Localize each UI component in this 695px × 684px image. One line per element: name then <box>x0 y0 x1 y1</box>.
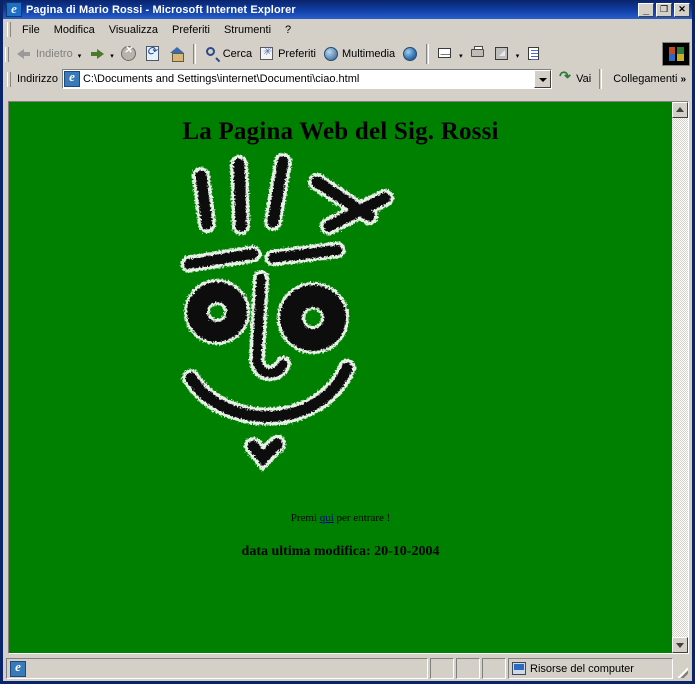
address-label: Indirizzo <box>17 73 58 85</box>
scroll-down-arrow-icon[interactable] <box>672 637 688 653</box>
page-icon <box>63 69 80 87</box>
menu-item-file[interactable]: File <box>15 22 47 38</box>
arrow-left-icon <box>16 45 34 63</box>
main-toolbar: Indietro ▾ ▾ Cerca Preferiti Multimedia <box>3 41 692 67</box>
search-label: Cerca <box>222 48 253 60</box>
menu-item-visualizza[interactable]: Visualizza <box>102 22 165 38</box>
status-panel-1 <box>430 658 454 679</box>
status-panel-3 <box>482 658 506 679</box>
status-message-panel <box>6 658 428 679</box>
maximize-icon: ❐ <box>659 3 669 14</box>
arrow-right-icon <box>87 45 105 63</box>
web-page-content: La Pagina Web del Sig. Rossi Premi qui p… <box>9 102 672 653</box>
ie-browser-window: Pagina di Mario Rossi - Microsoft Intern… <box>0 0 695 684</box>
history-button[interactable] <box>398 43 422 65</box>
media-button[interactable]: Multimedia <box>319 43 398 65</box>
refresh-button[interactable] <box>141 43 165 65</box>
menu-item-strumenti[interactable]: Strumenti <box>217 22 278 38</box>
security-zone-label: Risorse del computer <box>530 662 634 675</box>
go-button[interactable]: Vai <box>555 68 595 90</box>
stop-icon <box>120 45 138 63</box>
back-label: Indietro <box>36 48 73 60</box>
mail-icon <box>436 45 454 63</box>
menu-item-preferiti[interactable]: Preferiti <box>165 22 217 38</box>
maximize-button[interactable]: ❐ <box>656 2 672 17</box>
search-icon <box>203 45 221 63</box>
go-arrow-icon <box>559 68 574 87</box>
menu-drag-grip[interactable] <box>7 22 11 37</box>
home-icon <box>168 45 186 63</box>
security-zone-panel[interactable]: Risorse del computer <box>508 658 673 679</box>
favorites-label: Preferiti <box>278 48 316 60</box>
minimize-icon: _ <box>642 3 650 16</box>
enter-link[interactable]: qui <box>320 512 334 524</box>
favorites-button[interactable]: Preferiti <box>255 43 319 65</box>
windows-flag-logo <box>662 42 690 66</box>
status-bar: Risorse del computer <box>6 658 689 679</box>
toolbar-separator-2 <box>426 44 430 64</box>
menu-item-modifica[interactable]: Modifica <box>47 22 102 38</box>
back-button[interactable]: Indietro <box>13 43 76 65</box>
links-button[interactable]: Collegamenti » <box>609 68 690 90</box>
address-bar: Indirizzo C:\Documents and Settings\inte… <box>3 67 692 91</box>
page-title: La Pagina Web del Sig. Rossi <box>182 118 499 145</box>
search-button[interactable]: Cerca <box>200 43 255 65</box>
refresh-icon <box>144 44 162 63</box>
last-modified-text: data ultima modifica: 20-10-2004 <box>241 544 440 559</box>
media-label: Multimedia <box>341 48 396 60</box>
status-panel-2 <box>456 658 480 679</box>
mail-button[interactable] <box>433 43 457 65</box>
edit-page-icon <box>493 45 511 63</box>
scroll-up-arrow-icon[interactable] <box>672 102 688 118</box>
forward-dropdown-caret-icon[interactable]: ▾ <box>110 52 114 60</box>
chevron-double-right-icon[interactable]: » <box>680 74 686 85</box>
address-input[interactable]: C:\Documents and Settings\internet\Docum… <box>61 69 553 89</box>
internet-explorer-icon <box>6 1 22 17</box>
menu-item-help[interactable]: ? <box>278 22 298 38</box>
minimize-button[interactable]: _ <box>638 2 654 17</box>
title-bar[interactable]: Pagina di Mario Rossi - Microsoft Intern… <box>3 0 692 19</box>
browser-viewport: La Pagina Web del Sig. Rossi Premi qui p… <box>8 101 689 654</box>
enter-suffix: per entrare ! <box>333 512 391 524</box>
links-label: Collegamenti <box>613 73 678 85</box>
address-separator <box>599 69 603 89</box>
window-title: Pagina di Mario Rossi - Microsoft Intern… <box>26 3 296 16</box>
menu-bar: File Modifica Visualizza Preferiti Strum… <box>3 19 692 41</box>
address-value: C:\Documents and Settings\internet\Docum… <box>82 73 360 85</box>
favorites-star-icon <box>258 45 276 63</box>
address-drag-grip[interactable] <box>7 71 11 87</box>
history-globe-icon <box>401 45 419 63</box>
home-button[interactable] <box>165 43 189 65</box>
discuss-button[interactable] <box>522 43 546 65</box>
mail-dropdown-caret-icon[interactable]: ▾ <box>459 52 463 60</box>
toolbar-separator <box>192 44 196 64</box>
face-drawing-svg <box>180 153 394 472</box>
edit-dropdown-caret-icon[interactable]: ▾ <box>516 52 520 60</box>
print-button[interactable] <box>466 43 490 65</box>
stop-button[interactable] <box>117 43 141 65</box>
media-globe-icon <box>322 45 340 63</box>
vertical-scrollbar[interactable] <box>672 102 688 653</box>
forward-button[interactable] <box>84 43 108 65</box>
resize-grip[interactable] <box>675 658 689 679</box>
edit-button[interactable] <box>490 43 514 65</box>
printer-icon <box>469 45 487 63</box>
chevron-down-icon[interactable] <box>534 70 552 88</box>
window-controls: _ ❐ ✕ <box>638 2 690 17</box>
my-computer-icon <box>512 662 526 675</box>
go-label: Vai <box>576 73 592 85</box>
close-button[interactable]: ✕ <box>674 2 690 17</box>
discussions-icon <box>525 45 543 63</box>
back-dropdown-caret-icon[interactable]: ▾ <box>78 52 82 60</box>
close-icon: ✕ <box>678 3 686 14</box>
page-icon <box>10 659 26 677</box>
toolbar-drag-grip[interactable] <box>5 46 9 62</box>
enter-prompt: Premi qui per entrare ! <box>9 512 672 524</box>
hand-drawn-face <box>9 146 672 506</box>
enter-prefix: Premi <box>290 512 320 524</box>
